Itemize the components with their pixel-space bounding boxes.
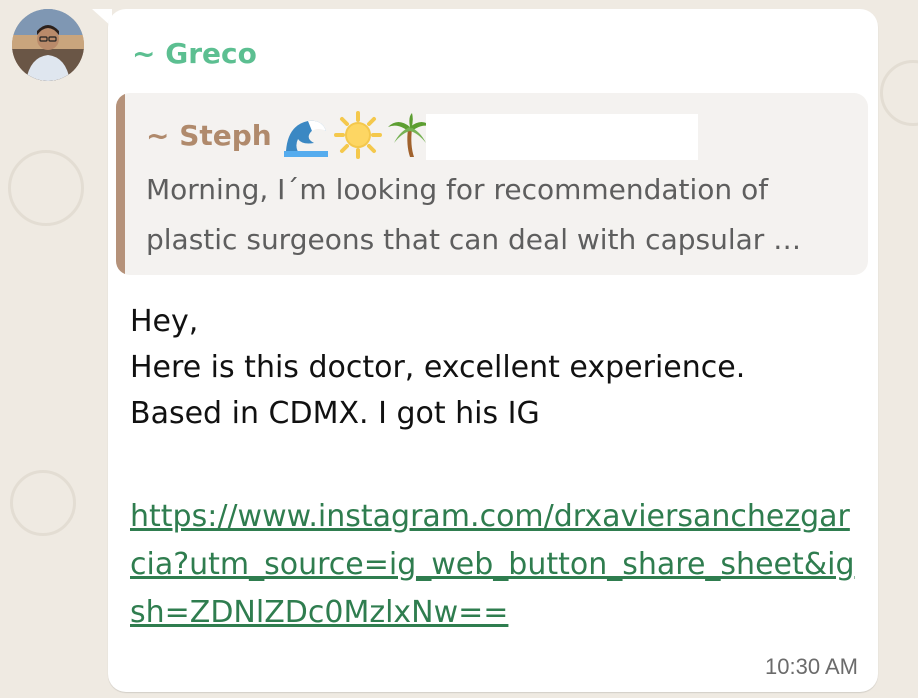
background-doodle — [880, 60, 918, 126]
wave-emoji-icon — [282, 111, 330, 159]
quote-accent-bar — [116, 93, 125, 275]
redacted-area — [426, 114, 698, 160]
message-timestamp: 10:30 AM — [765, 654, 858, 679]
sun-emoji-icon — [333, 111, 382, 159]
sender-name[interactable]: ~ Greco — [132, 37, 257, 71]
message-text: Hey, Here is this doctor, excellent expe… — [130, 304, 746, 431]
instagram-link[interactable]: https://www.instagram.com/drxaviersanche… — [130, 493, 858, 637]
avatar-photo-icon — [12, 9, 84, 81]
quoted-author: ~ Steph — [146, 111, 434, 159]
quoted-author-name: ~ Steph — [146, 118, 272, 152]
quoted-message[interactable]: ~ Steph Morning, I´m looking for recomme… — [116, 93, 868, 275]
sender-avatar[interactable] — [12, 9, 84, 81]
quoted-text: Morning, I´m looking for recommendation … — [146, 173, 802, 256]
message-bubble[interactable]: ~ Greco ~ Steph Morning, I´m looking for… — [108, 9, 878, 692]
background-doodle — [8, 150, 84, 226]
background-doodle — [10, 470, 76, 536]
